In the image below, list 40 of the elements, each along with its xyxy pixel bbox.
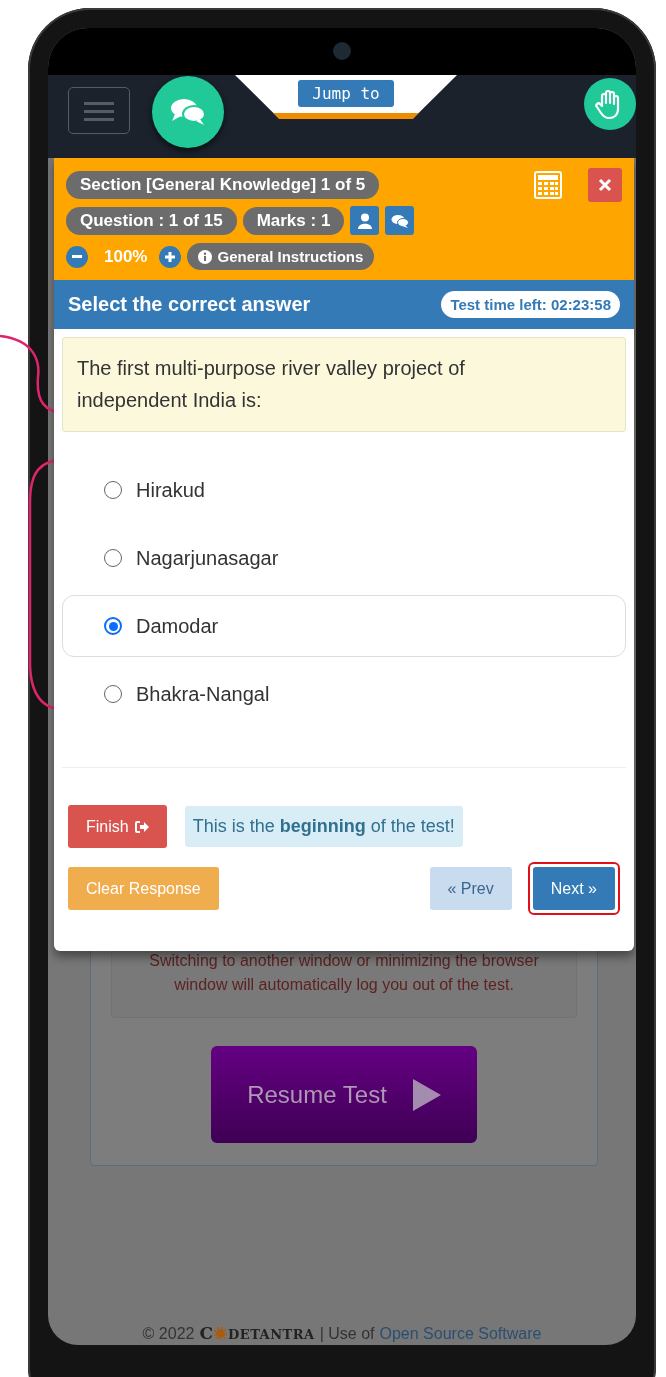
minus-icon (72, 254, 82, 259)
answer-option[interactable]: Bhakra-Nangal (62, 663, 626, 725)
chat-small-button[interactable] (385, 206, 415, 235)
answer-option[interactable]: Nagarjunasagar (62, 527, 626, 589)
footer-text: | Use of (319, 1325, 375, 1343)
sign-out-icon (134, 820, 149, 833)
chat-button[interactable] (152, 76, 224, 148)
chat-bubbles-icon (390, 213, 409, 228)
close-icon (598, 178, 612, 192)
close-button[interactable] (588, 168, 622, 202)
notice-message: This is the beginning of the test! (184, 806, 463, 847)
menu-icon (84, 100, 114, 121)
info-icon (198, 249, 213, 264)
user-icon (357, 212, 372, 229)
general-instructions-button[interactable]: General Instructions (187, 243, 375, 270)
resume-test-button[interactable]: Resume Test (211, 1046, 477, 1143)
question-number-label: Question : 1 of 15 (66, 206, 237, 235)
play-icon (412, 1078, 441, 1111)
answer-option[interactable]: Damodar (62, 595, 626, 657)
warning-text: Switching to another window or minimizing the browser window will automatically log you out of the test. (148, 951, 540, 995)
next-button[interactable]: Next » (532, 867, 615, 910)
section-label: Section [General Knowledge] 1 of 5 (66, 171, 380, 199)
question-text: The first multi-purpose river valley project of independent India is: (62, 337, 626, 432)
zoom-out-button[interactable] (66, 245, 88, 268)
timer-badge: Test time left: 02:23:58 (441, 291, 620, 318)
finish-button[interactable]: Finish (68, 805, 167, 848)
copyright-text: © 2022 (142, 1325, 195, 1343)
logo: C DETANTRA (199, 1323, 315, 1343)
marks-label: Marks : 1 (242, 206, 345, 235)
menu-button[interactable] (68, 87, 130, 134)
raise-hand-button[interactable] (584, 78, 636, 130)
user-button[interactable] (350, 206, 380, 235)
answer-option[interactable]: Hirakud (62, 459, 626, 521)
radio-button[interactable] (104, 617, 122, 635)
zoom-level: 100% (104, 246, 148, 267)
plus-icon (165, 251, 176, 262)
jump-to-button[interactable]: Jump to (298, 80, 394, 107)
chat-bubbles-icon (170, 97, 206, 127)
zoom-in-button[interactable] (159, 245, 182, 268)
instruction-heading: Select the correct answer (68, 293, 311, 316)
